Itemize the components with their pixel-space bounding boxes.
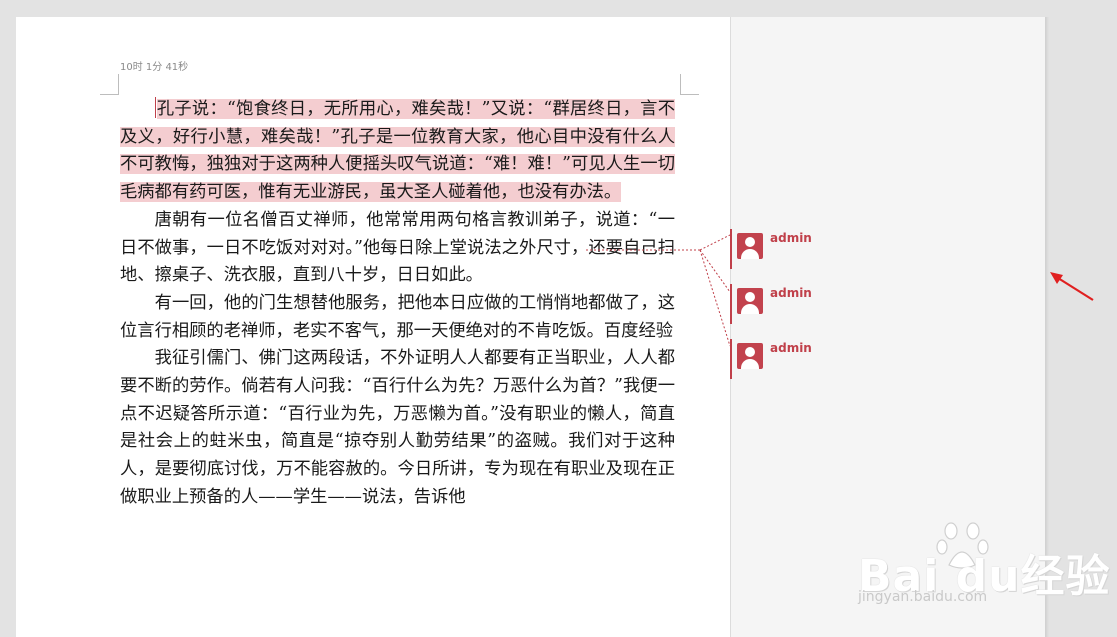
comment-2[interactable]: admin	[730, 284, 852, 324]
user-avatar-icon	[737, 233, 763, 259]
user-avatar-icon	[737, 343, 763, 369]
watermark-url: jingyan.baidu.com	[858, 589, 988, 605]
text-caret	[154, 97, 156, 118]
comment-3[interactable]: admin	[730, 339, 852, 379]
comment-1[interactable]: admin	[730, 229, 852, 269]
comment-author: admin	[770, 286, 812, 300]
paragraph-1[interactable]: 孔子说：“饱食终日，无所用心，难矣哉！”又说：“群居终日，言不及义，好行小慧，难…	[120, 96, 675, 207]
page-header-text[interactable]: 10时 1分 41秒	[120, 58, 188, 73]
paragraph-4[interactable]: 我征引儒门、佛门这两段话，不外证明人人都要有正当职业，人人都要不断的劳作。倘若有…	[120, 345, 675, 511]
user-avatar-icon	[737, 288, 763, 314]
paragraph-3[interactable]: 有一回，他的门生想替他服务，把他本日应做的工悄悄地都做了，这位言行相顾的老禅师，…	[120, 290, 675, 345]
red-arrow-annotation	[1050, 272, 1094, 301]
commented-text-highlight[interactable]: 孔子说：“饱食终日，无所用心，难矣哉！”又说：“群居终日，言不及义，好行小慧，难…	[120, 99, 675, 203]
comment-author: admin	[770, 341, 812, 355]
comment-author: admin	[770, 231, 812, 245]
margin-corner-mark-left	[100, 74, 119, 95]
paragraph-2[interactable]: 唐朝有一位名僧百丈禅师，他常常用两句格言教训弟子，说道：“一日不做事，一日不吃饭…	[120, 207, 675, 290]
margin-corner-mark-right	[680, 74, 699, 95]
document-body[interactable]: 孔子说：“饱食终日，无所用心，难矣哉！”又说：“群居终日，言不及义，好行小慧，难…	[120, 96, 675, 512]
